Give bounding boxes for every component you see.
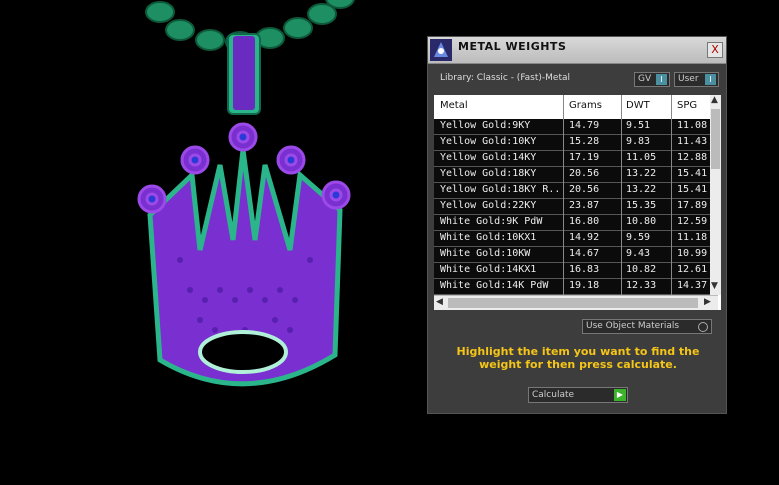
table-cell: 14.79 xyxy=(569,120,600,131)
table-cell: 15.28 xyxy=(569,136,600,147)
user-toggle-icon: I xyxy=(705,74,716,85)
table-cell: 15.35 xyxy=(626,200,657,211)
table-cell: 10.80 xyxy=(626,216,657,227)
table-cell: 9.83 xyxy=(626,136,651,147)
table-row[interactable]: Yellow Gold:18KY R... 20.56 13.22 15.41 xyxy=(434,183,714,199)
table-cell: 9.43 xyxy=(626,248,651,259)
table-cell: 9.51 xyxy=(626,120,651,131)
close-button[interactable]: X xyxy=(707,42,723,58)
table-cell: White Gold:14KX1 xyxy=(440,264,537,275)
calculate-button[interactable]: Calculate ▶ xyxy=(528,387,628,403)
panel-title: METAL WEIGHTS xyxy=(458,40,567,53)
table-body: Yellow Gold:9KY 14.79 9.51 11.08 Yellow Gold… xyxy=(434,119,714,295)
table-cell: Yellow Gold:14KY xyxy=(440,152,537,163)
crown-opening xyxy=(198,330,288,374)
table-cell: 14.92 xyxy=(569,232,600,243)
column-header-spg[interactable]: SPG xyxy=(677,100,697,111)
table-cell: 23.87 xyxy=(569,200,600,211)
vertical-scrollbar[interactable]: ▲ ▼ xyxy=(710,95,721,295)
table-cell: Yellow Gold:22KY xyxy=(440,200,537,211)
radio-icon xyxy=(698,322,708,332)
table-cell: 13.22 xyxy=(626,168,657,179)
table-cell: 17.19 xyxy=(569,152,600,163)
table-cell: 19.18 xyxy=(569,280,600,291)
table-cell: Yellow Gold:9KY xyxy=(440,120,531,131)
use-object-materials-toggle[interactable]: Use Object Materials xyxy=(582,319,712,334)
metal-table: Metal Grams DWT SPG Yellow Gold:9KY 14.79… xyxy=(434,95,721,310)
table-cell: White Gold:9K PdW xyxy=(440,216,543,227)
table-cell: 20.56 xyxy=(569,168,600,179)
calculate-label: Calculate xyxy=(532,390,575,400)
table-cell: 10.82 xyxy=(626,264,657,275)
table-header: Metal Grams DWT SPG xyxy=(434,95,718,120)
instruction-text: Highlight the item you want to find the … xyxy=(456,345,700,371)
column-divider xyxy=(671,95,672,310)
table-cell: 14.67 xyxy=(569,248,600,259)
table-row[interactable]: White Gold:9K PdW 16.80 10.80 12.59 xyxy=(434,215,714,231)
table-row[interactable]: Yellow Gold:14KY 17.19 11.05 12.88 xyxy=(434,151,714,167)
table-cell: Yellow Gold:18KY R... xyxy=(440,184,560,195)
table-cell: Yellow Gold:10KY xyxy=(440,136,537,147)
gv-toggle[interactable]: GV I xyxy=(634,72,670,87)
table-row[interactable]: White Gold:10KX1 14.92 9.59 11.18 xyxy=(434,231,714,247)
column-divider xyxy=(621,95,622,310)
table-row[interactable]: Yellow Gold:18KY 20.56 13.22 15.41 xyxy=(434,167,714,183)
table-cell: Yellow Gold:18KY xyxy=(440,168,537,179)
user-toggle[interactable]: User I xyxy=(674,72,719,87)
table-cell: White Gold:10KX1 xyxy=(440,232,537,243)
metal-weights-panel: METAL WEIGHTS X Library: Classic - (Fast… xyxy=(427,36,727,414)
horizontal-scrollbar[interactable]: ◀ ▶ xyxy=(434,295,718,310)
table-cell: 9.59 xyxy=(626,232,651,243)
gv-toggle-icon: I xyxy=(656,74,667,85)
column-header-dwt[interactable]: DWT xyxy=(626,100,650,111)
table-cell: 20.56 xyxy=(569,184,600,195)
use-object-materials-label: Use Object Materials xyxy=(586,321,680,331)
app-logo-icon xyxy=(430,39,452,61)
table-row[interactable]: White Gold:14KX1 16.83 10.82 12.61 xyxy=(434,263,714,279)
gv-label: GV xyxy=(638,74,652,84)
scroll-left-icon[interactable]: ◀ xyxy=(436,297,443,307)
column-divider xyxy=(563,95,564,310)
play-icon: ▶ xyxy=(614,389,626,401)
table-row[interactable]: White Gold:10KW 14.67 9.43 10.99 xyxy=(434,247,714,263)
vertical-scroll-thumb[interactable] xyxy=(711,109,720,169)
table-cell: 16.80 xyxy=(569,216,600,227)
horizontal-scroll-thumb[interactable] xyxy=(448,298,698,308)
scroll-down-icon[interactable]: ▼ xyxy=(711,281,718,291)
column-header-grams[interactable]: Grams xyxy=(569,100,602,111)
table-cell: 13.22 xyxy=(626,184,657,195)
crown-pendant-render xyxy=(137,0,355,387)
table-row[interactable]: Yellow Gold:10KY 15.28 9.83 11.43 xyxy=(434,135,714,151)
column-header-metal[interactable]: Metal xyxy=(440,100,468,111)
scroll-right-icon[interactable]: ▶ xyxy=(704,297,711,307)
table-cell: White Gold:10KW xyxy=(440,248,531,259)
table-cell: 16.83 xyxy=(569,264,600,275)
scroll-up-icon[interactable]: ▲ xyxy=(711,95,718,105)
table-cell: 12.33 xyxy=(626,280,657,291)
panel-titlebar[interactable]: METAL WEIGHTS X xyxy=(428,37,726,64)
library-label: Library: Classic - (Fast)-Metal xyxy=(440,73,571,83)
3d-viewport[interactable] xyxy=(0,0,420,481)
table-cell: 11.05 xyxy=(626,152,657,163)
table-row[interactable]: Yellow Gold:22KY 23.87 15.35 17.89 xyxy=(434,199,714,215)
table-row[interactable]: Yellow Gold:9KY 14.79 9.51 11.08 xyxy=(434,119,714,135)
table-row[interactable]: White Gold:14K PdW 19.18 12.33 14.37 xyxy=(434,279,714,295)
user-label: User xyxy=(678,74,699,84)
table-cell: White Gold:14K PdW xyxy=(440,280,549,291)
